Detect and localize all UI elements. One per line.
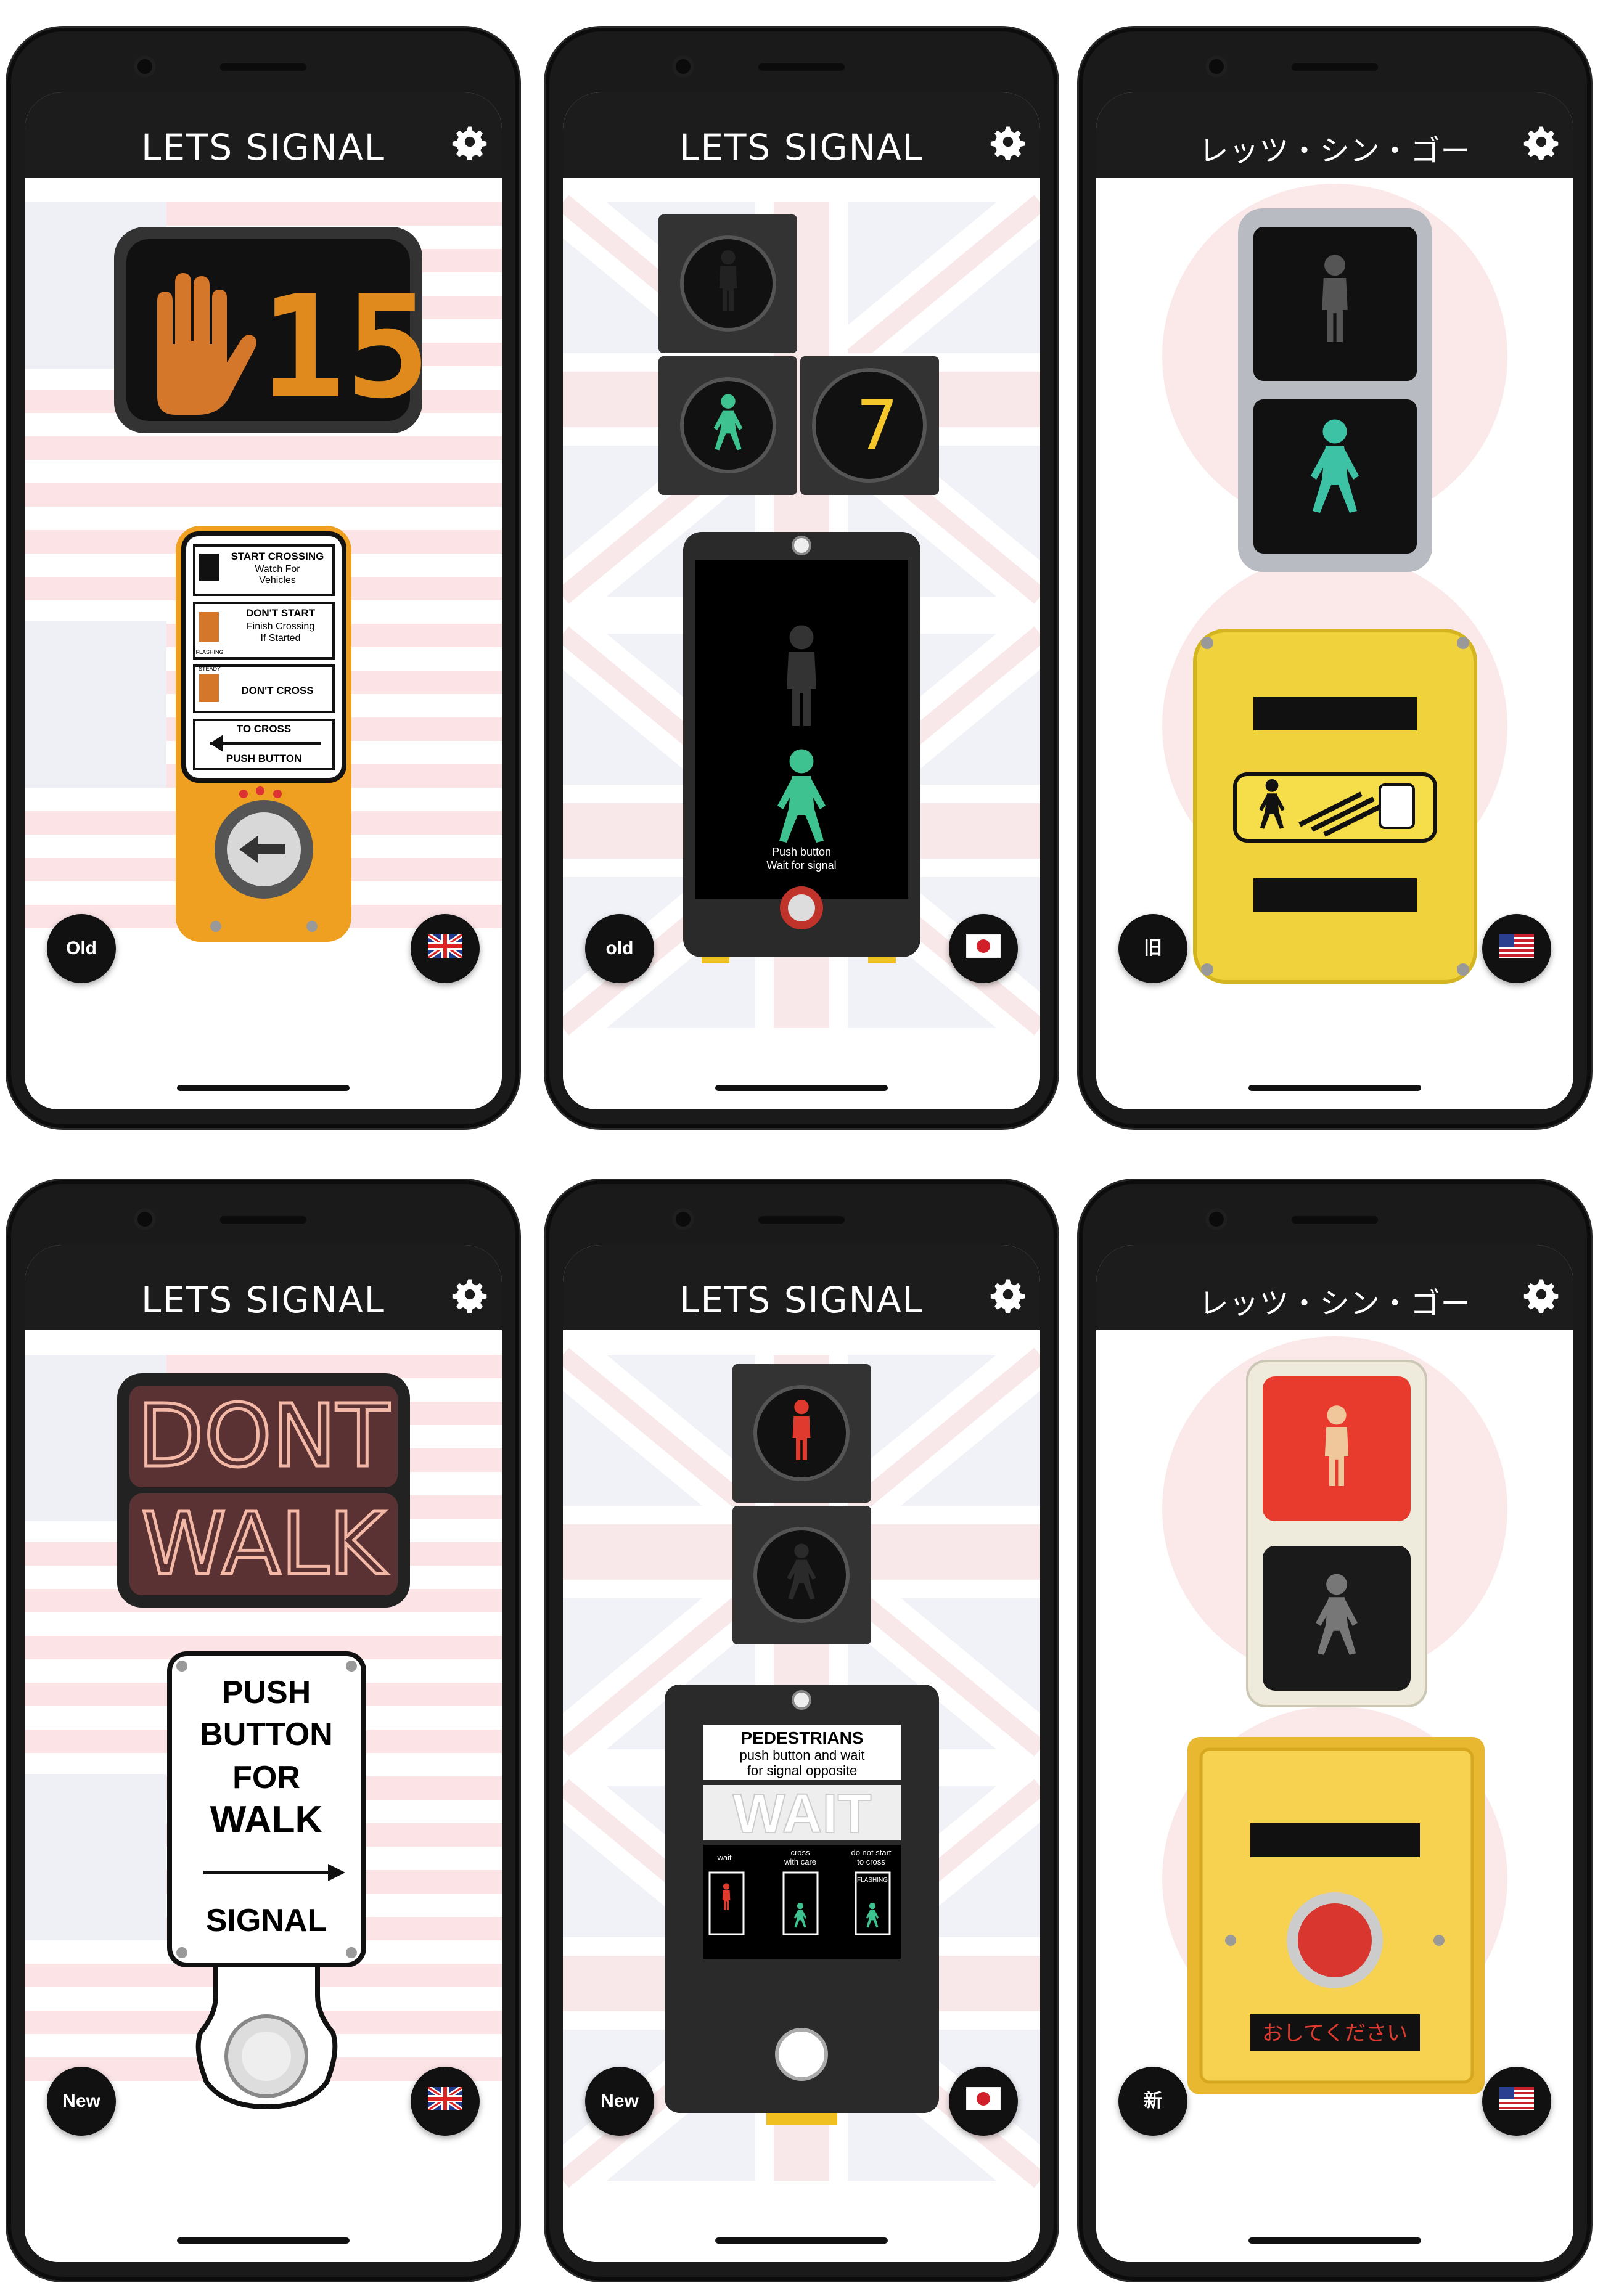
svg-text:STEADY: STEADY (199, 666, 221, 672)
app-screen: 15 START CROSSING Watch For Vehicles DON… (25, 92, 502, 1109)
gear-icon[interactable] (1523, 1276, 1560, 1313)
svg-text:wait: wait (716, 1853, 732, 1862)
uk-flag-icon (428, 2087, 462, 2110)
app-bar: LETS SIGNAL (563, 92, 1040, 178)
old-new-toggle-button[interactable]: old (585, 914, 654, 983)
app-bar: LETS SIGNAL (563, 1245, 1040, 1330)
phone-frame-6: おしてください 新 レッツ・シン・ゴー (1079, 1180, 1591, 2281)
home-indicator (177, 1085, 350, 1091)
svg-text:If Started: If Started (261, 633, 301, 643)
country-switch-button[interactable] (1482, 914, 1551, 983)
svg-text:DON'T CROSS: DON'T CROSS (241, 685, 313, 697)
app-screen: おしてください 新 レッツ・シン・ゴー (1096, 1245, 1573, 2262)
push-instruction-text: おしてください (1262, 2022, 1408, 2045)
svg-text:push button and wait: push button and wait (739, 1747, 864, 1763)
app-screen: 7 Push button Wait for signal old LETS S… (563, 92, 1040, 1109)
japan-flag-icon (966, 2087, 1001, 2110)
us-flag-icon (1499, 2087, 1534, 2110)
home-indicator (715, 1085, 888, 1091)
svg-text:PEDESTRIANS: PEDESTRIANS (740, 1728, 863, 1747)
svg-text:Watch For: Watch For (255, 564, 300, 574)
speaker (220, 63, 306, 71)
camera (134, 55, 156, 78)
home-indicator (1248, 2237, 1421, 2244)
svg-text:BUTTON: BUTTON (200, 1717, 333, 1752)
svg-text:SIGNAL: SIGNAL (206, 1903, 327, 1939)
svg-text:Finish Crossing: Finish Crossing (247, 621, 314, 632)
app-bar: レッツ・シン・ゴー (1096, 92, 1573, 178)
svg-text:FLASHING: FLASHING (195, 649, 223, 655)
app-title: LETS SIGNAL (679, 1279, 924, 1321)
phone-frame-5: PEDESTRIANS push button and wait for sig… (546, 1180, 1057, 2281)
country-switch-button[interactable] (949, 914, 1018, 983)
svg-text:PUSH BUTTON: PUSH BUTTON (226, 753, 301, 764)
phone-frame-2: 7 Push button Wait for signal old LETS S… (546, 28, 1057, 1128)
home-indicator (715, 2237, 888, 2244)
svg-text:FOR: FOR (232, 1760, 300, 1796)
app-title: レッツ・シン・ゴー (1199, 134, 1471, 168)
svg-text:WAIT: WAIT (733, 1783, 872, 1845)
svg-text:Push button: Push button (772, 846, 831, 858)
country-switch-button[interactable] (411, 2067, 480, 2136)
svg-text:FLASHING: FLASHING (857, 1877, 888, 1884)
app-bar: レッツ・シン・ゴー (1096, 1245, 1573, 1330)
japan-flag-icon (966, 934, 1001, 958)
country-switch-button[interactable] (1482, 2067, 1551, 2136)
svg-text:TO CROSS: TO CROSS (237, 723, 291, 735)
gear-icon[interactable] (451, 123, 488, 160)
home-indicator (177, 2237, 350, 2244)
svg-text:do not start: do not start (851, 1848, 891, 1857)
svg-text:with care: with care (784, 1857, 816, 1866)
svg-text:DON'T START: DON'T START (246, 607, 316, 619)
country-switch-button[interactable] (411, 914, 480, 983)
svg-text:Vehicles: Vehicles (259, 575, 296, 586)
old-new-toggle-button[interactable]: New (47, 2067, 116, 2136)
svg-text:PUSH: PUSH (222, 1675, 311, 1710)
app-bar: LETS SIGNAL (25, 1245, 502, 1330)
phone-frame-4: DONT WALK PUSH BUTTON FOR WALK SIGNAL Ne… (7, 1180, 519, 2281)
old-new-toggle-button[interactable]: 旧 (1118, 914, 1187, 983)
app-title: LETS SIGNAL (679, 126, 924, 168)
svg-text:to cross: to cross (857, 1857, 885, 1866)
phone-frame-3: 旧 レッツ・シン・ゴー (1079, 28, 1591, 1128)
old-new-toggle-button[interactable]: Old (47, 914, 116, 983)
gear-icon[interactable] (1523, 123, 1560, 160)
phone-frame-1: 15 START CROSSING Watch For Vehicles DON… (7, 28, 519, 1128)
old-new-toggle-button[interactable]: New (585, 2067, 654, 2136)
svg-text:cross: cross (790, 1848, 810, 1857)
svg-text:START CROSSING: START CROSSING (231, 550, 324, 562)
app-screen: 旧 レッツ・シン・ゴー (1096, 92, 1573, 1109)
gear-icon[interactable] (990, 123, 1027, 160)
us-flag-icon (1499, 934, 1534, 958)
app-screen: DONT WALK PUSH BUTTON FOR WALK SIGNAL Ne… (25, 1245, 502, 2262)
svg-text:WALK: WALK (210, 1799, 323, 1841)
app-screen: PEDESTRIANS push button and wait for sig… (563, 1245, 1040, 2262)
svg-text:for signal opposite: for signal opposite (747, 1763, 858, 1778)
app-title: LETS SIGNAL (141, 126, 385, 168)
app-title: レッツ・シン・ゴー (1199, 1286, 1471, 1321)
old-new-toggle-button[interactable]: 新 (1118, 2067, 1187, 2136)
app-title: LETS SIGNAL (141, 1279, 385, 1321)
svg-text:Wait for signal: Wait for signal (766, 859, 836, 872)
gear-icon[interactable] (990, 1276, 1027, 1313)
app-bar: LETS SIGNAL (25, 92, 502, 178)
uk-flag-icon (428, 934, 462, 958)
home-indicator (1248, 1085, 1421, 1091)
country-switch-button[interactable] (949, 2067, 1018, 2136)
gear-icon[interactable] (451, 1276, 488, 1313)
